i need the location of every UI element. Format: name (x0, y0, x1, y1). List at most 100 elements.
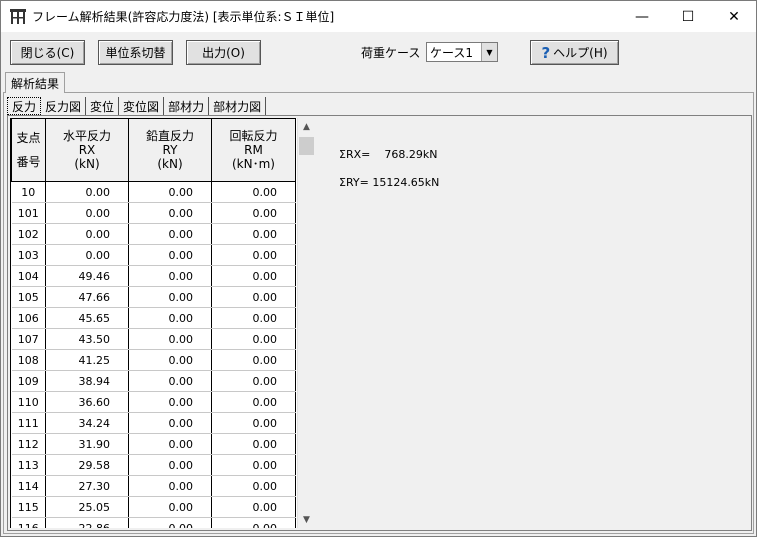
table-row[interactable]: 101 0.00 0.00 0.00 (11, 202, 296, 224)
table-row[interactable]: 110 36.60 0.00 0.00 (11, 391, 296, 413)
header-text: 番号 (16, 155, 41, 169)
support-no-cell: 114 (11, 475, 46, 497)
ry-cell: 0.00 (128, 349, 212, 371)
sum-rx: ΣRX= 768.29kN (339, 148, 438, 161)
scroll-thumb[interactable] (299, 137, 314, 155)
header-text: 水平反力 (62, 129, 111, 143)
scroll-down-icon[interactable]: ▼ (298, 511, 315, 528)
ry-cell: 0.00 (128, 223, 212, 245)
rm-cell: 0.00 (211, 370, 296, 392)
result-subtabs: 反力 反力図 変位 変位図 部材力 部材力図 (7, 97, 267, 115)
rm-cell: 0.00 (211, 307, 296, 329)
tab-member-force-diagram[interactable]: 部材力図 (209, 97, 267, 115)
help-button[interactable]: ? ヘルプ(H) (530, 40, 619, 65)
tab-displacement[interactable]: 変位 (86, 97, 120, 115)
rm-cell: 0.00 (211, 244, 296, 266)
table-row[interactable]: 103 0.00 0.00 0.00 (11, 244, 296, 266)
table-row[interactable]: 107 43.50 0.00 0.00 (11, 328, 296, 350)
rx-cell: 25.05 (45, 496, 129, 518)
header-text: (kN･m) (232, 157, 275, 171)
header-text: 鉛直反力 (145, 129, 194, 143)
tab-analysis-result[interactable]: 解析結果 (5, 72, 66, 93)
rm-cell: 0.00 (211, 265, 296, 287)
close-window-button[interactable]: ✕ (711, 1, 757, 32)
window-title: フレーム解析結果(許容応力度法) [表示単位系:ＳＩ単位] (32, 10, 335, 24)
column-header-rm: 回転反力 RM (kN･m) (211, 118, 296, 182)
output-button[interactable]: 出力(O) (186, 40, 261, 65)
ry-cell: 0.00 (128, 454, 212, 476)
rx-cell: 0.00 (45, 244, 129, 266)
rm-cell: 0.00 (211, 496, 296, 518)
support-no-cell: 101 (11, 202, 46, 224)
table-row[interactable]: 114 27.30 0.00 0.00 (11, 475, 296, 497)
header-text: (kN) (157, 157, 183, 171)
support-no-cell: 112 (11, 433, 46, 455)
rx-cell: 38.94 (45, 370, 129, 392)
support-no-cell: 103 (11, 244, 46, 266)
table-row[interactable]: 113 29.58 0.00 0.00 (11, 454, 296, 476)
rx-cell: 27.30 (45, 475, 129, 497)
header-text: 支点 (16, 131, 41, 145)
app-frame-icon (10, 9, 26, 24)
header-text: 回転反力 (229, 129, 278, 143)
tab-displacement-diagram[interactable]: 変位図 (119, 97, 165, 115)
support-no-cell: 115 (11, 496, 46, 518)
rm-cell: 0.00 (211, 223, 296, 245)
toolbar: 閉じる(C) 単位系切替 出力(O) 荷重ケース ケース1 ▼ ? ヘルプ(H) (1, 32, 756, 72)
support-no-cell: 116 (11, 517, 46, 528)
rx-cell: 45.65 (45, 307, 129, 329)
close-button[interactable]: 閉じる(C) (10, 40, 85, 65)
help-label: ヘルプ(H) (553, 46, 608, 60)
dropdown-arrow-icon[interactable]: ▼ (481, 43, 497, 61)
tab-member-force[interactable]: 部材力 (164, 97, 210, 115)
ry-cell: 0.00 (128, 307, 212, 329)
rx-cell: 41.25 (45, 349, 129, 371)
support-no-cell: 107 (11, 328, 46, 350)
table-row[interactable]: 112 31.90 0.00 0.00 (11, 433, 296, 455)
rx-cell: 0.00 (45, 181, 129, 203)
maximize-button[interactable]: ☐ (665, 1, 711, 32)
unit-switch-button[interactable]: 単位系切替 (98, 40, 173, 65)
load-case-select[interactable]: ケース1 ▼ (426, 42, 498, 62)
table-row[interactable]: 116 22.86 0.00 0.00 (11, 517, 296, 528)
rm-cell: 0.00 (211, 391, 296, 413)
table-row[interactable]: 104 49.46 0.00 0.00 (11, 265, 296, 287)
table-row[interactable]: 105 47.66 0.00 0.00 (11, 286, 296, 308)
table-row[interactable]: 109 38.94 0.00 0.00 (11, 370, 296, 392)
table-row[interactable]: 111 34.24 0.00 0.00 (11, 412, 296, 434)
reaction-sums: ΣRX= 768.29kN ΣRY= 15124.65kN (339, 141, 439, 197)
support-no-cell: 109 (11, 370, 46, 392)
reaction-table[interactable]: 支点 番号 水平反力 RX (kN) 鉛直反力 RY (kN) 回転反力 RM … (10, 118, 297, 528)
column-header-support-no: 支点 番号 (11, 118, 46, 182)
load-case-label: 荷重ケース (361, 46, 421, 60)
table-row[interactable]: 102 0.00 0.00 0.00 (11, 223, 296, 245)
rx-cell: 34.24 (45, 412, 129, 434)
tab-reaction[interactable]: 反力 (7, 97, 42, 115)
column-header-ry: 鉛直反力 RY (kN) (128, 118, 212, 182)
support-no-cell: 113 (11, 454, 46, 476)
support-no-cell: 110 (11, 391, 46, 413)
minimize-button[interactable]: — (619, 1, 665, 32)
maximize-icon: ☐ (681, 8, 695, 25)
table-scrollbar[interactable]: ▲ ▼ (297, 118, 314, 528)
support-no-cell: 10 (11, 181, 46, 203)
support-no-cell: 108 (11, 349, 46, 371)
rm-cell: 0.00 (211, 412, 296, 434)
table-row[interactable]: 115 25.05 0.00 0.00 (11, 496, 296, 518)
rx-cell: 47.66 (45, 286, 129, 308)
header-text: (kN) (74, 157, 100, 171)
ry-cell: 0.00 (128, 244, 212, 266)
table-row[interactable]: 108 41.25 0.00 0.00 (11, 349, 296, 371)
table-row[interactable]: 10 0.00 0.00 0.00 (11, 181, 296, 203)
rm-cell: 0.00 (211, 349, 296, 371)
rx-cell: 49.46 (45, 265, 129, 287)
rx-cell: 29.58 (45, 454, 129, 476)
scroll-up-icon[interactable]: ▲ (298, 118, 315, 135)
table-row[interactable]: 106 45.65 0.00 0.00 (11, 307, 296, 329)
tab-reaction-diagram[interactable]: 反力図 (41, 97, 87, 115)
rm-cell: 0.00 (211, 433, 296, 455)
ry-cell: 0.00 (128, 391, 212, 413)
rm-cell: 0.00 (211, 517, 296, 528)
title-bar: フレーム解析結果(許容応力度法) [表示単位系:ＳＩ単位] — ☐ ✕ (1, 1, 756, 32)
rx-cell: 22.86 (45, 517, 129, 528)
